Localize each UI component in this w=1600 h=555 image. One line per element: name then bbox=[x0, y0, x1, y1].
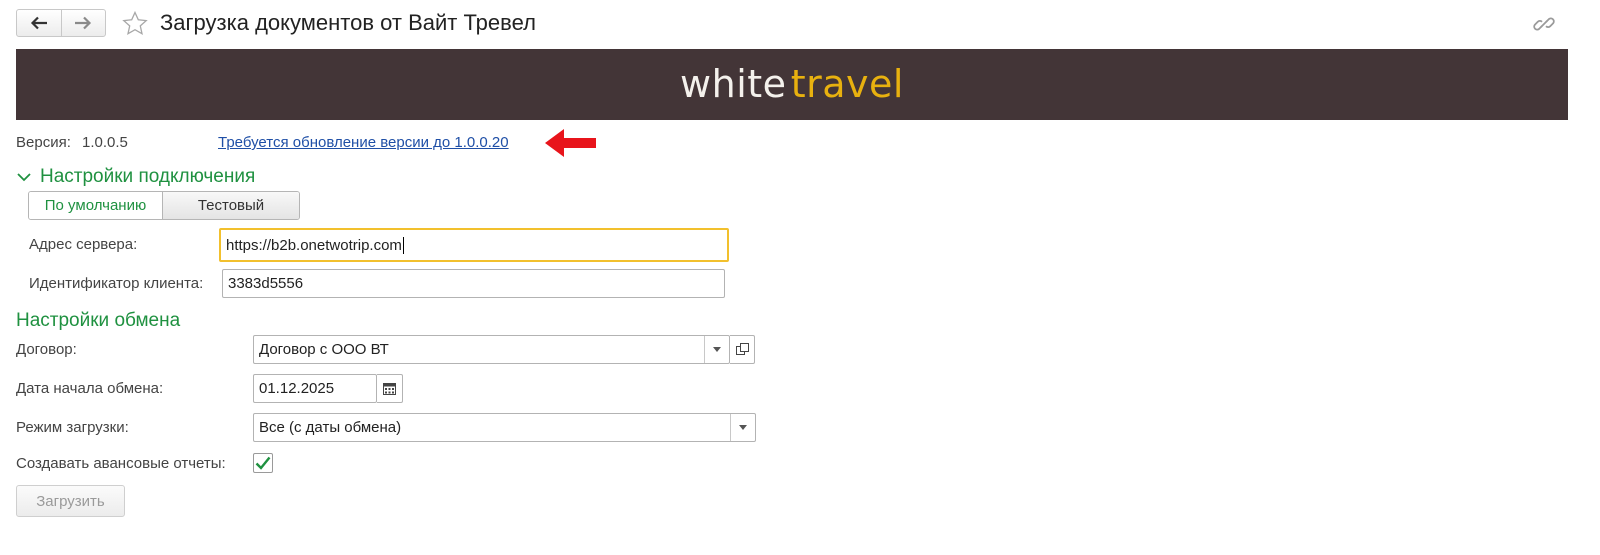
version-label: Версия: bbox=[16, 134, 71, 151]
connection-settings-title: Настройки подключения bbox=[40, 166, 256, 187]
contract-select[interactable]: Договор с ООО ВТ bbox=[253, 335, 730, 364]
favorite-button[interactable] bbox=[120, 9, 150, 39]
text-cursor bbox=[402, 236, 404, 254]
contract-dropdown-button[interactable] bbox=[704, 336, 729, 363]
connection-mode-switch: По умолчанию Тестовый bbox=[28, 191, 300, 220]
logo-word-white: white bbox=[680, 62, 787, 106]
window-title: Загрузка документов от Вайт Тревел bbox=[160, 10, 536, 35]
exchange-settings-header: Настройки обмена bbox=[16, 310, 181, 331]
client-id-label: Идентификатор клиента: bbox=[29, 275, 204, 292]
back-button[interactable] bbox=[17, 10, 61, 36]
arrow-left-icon bbox=[30, 16, 47, 30]
white-travel-logo: white travel bbox=[16, 49, 1568, 120]
logo-word-travel: travel bbox=[790, 62, 904, 106]
contract-open-button[interactable] bbox=[730, 335, 755, 364]
forward-button[interactable] bbox=[60, 10, 106, 36]
start-date-value: 01.12.2025 bbox=[259, 380, 335, 397]
nav-buttons bbox=[16, 9, 106, 37]
load-mode-dropdown-button[interactable] bbox=[730, 414, 755, 441]
server-address-value: https://b2b.onetwotrip.com bbox=[226, 236, 402, 254]
calendar-button[interactable] bbox=[377, 374, 403, 403]
arrow-right-icon bbox=[75, 16, 92, 30]
dropdown-arrow-icon bbox=[713, 347, 721, 352]
server-address-field[interactable]: https://b2b.onetwotrip.com bbox=[219, 228, 729, 262]
connection-settings-header[interactable]: Настройки подключения bbox=[16, 165, 255, 189]
load-button[interactable]: Загрузить bbox=[16, 485, 125, 517]
mode-test-button[interactable]: Тестовый bbox=[163, 192, 299, 219]
load-mode-label: Режим загрузки: bbox=[16, 419, 129, 436]
server-address-label: Адрес сервера: bbox=[29, 236, 138, 253]
advance-reports-label: Создавать авансовые отчеты: bbox=[16, 455, 226, 472]
start-date-field[interactable]: 01.12.2025 bbox=[253, 374, 377, 403]
load-mode-select[interactable]: Все (с даты обмена) bbox=[253, 413, 756, 442]
client-id-field[interactable]: 3383d5556 bbox=[222, 269, 725, 298]
advance-reports-checkbox[interactable] bbox=[253, 453, 273, 473]
chevron-down-icon bbox=[17, 173, 31, 182]
link-icon bbox=[1533, 17, 1555, 31]
brand-banner: white travel bbox=[16, 49, 1568, 120]
copy-link-button[interactable] bbox=[1532, 12, 1556, 36]
contract-label: Договор: bbox=[16, 341, 77, 358]
star-icon bbox=[122, 10, 148, 35]
checkmark-icon bbox=[255, 456, 271, 470]
red-arrow-icon bbox=[545, 129, 596, 157]
open-window-icon bbox=[735, 343, 749, 355]
contract-value: Договор с ООО ВТ bbox=[259, 341, 389, 358]
calendar-icon bbox=[383, 383, 396, 395]
mode-default-button[interactable]: По умолчанию bbox=[29, 192, 163, 219]
update-version-link[interactable]: Требуется обновление версии до 1.0.0.20 bbox=[218, 133, 509, 153]
start-date-label: Дата начала обмена: bbox=[16, 380, 164, 397]
load-mode-value: Все (с даты обмена) bbox=[259, 419, 402, 436]
client-id-value: 3383d5556 bbox=[228, 275, 304, 292]
dropdown-arrow-icon bbox=[739, 425, 747, 430]
version-value: 1.0.0.5 bbox=[82, 134, 128, 151]
